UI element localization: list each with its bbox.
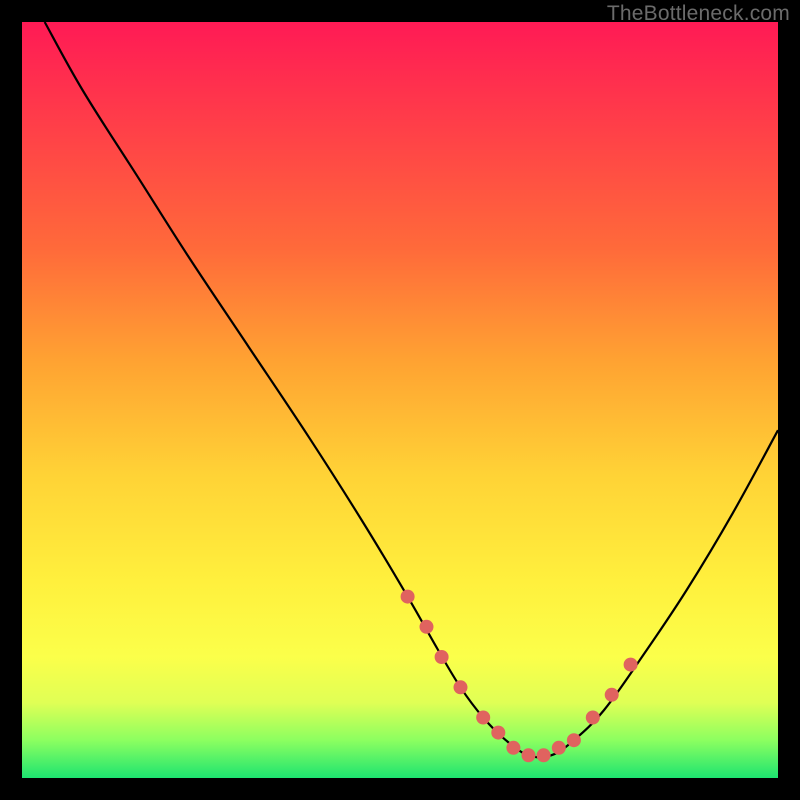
highlight-dot (522, 748, 536, 762)
bottleneck-curve (45, 22, 778, 757)
plot-area (22, 22, 778, 778)
highlight-dot (537, 748, 551, 762)
highlight-dot (476, 711, 490, 725)
highlight-dot (420, 620, 434, 634)
highlight-dot (605, 688, 619, 702)
highlight-dot (624, 658, 638, 672)
highlight-dot (552, 741, 566, 755)
highlight-dot (454, 680, 468, 694)
highlight-dot (586, 711, 600, 725)
highlight-dot (567, 733, 581, 747)
highlight-dot (491, 726, 505, 740)
highlight-dot (401, 590, 415, 604)
outer-frame: TheBottleneck.com (0, 0, 800, 800)
curve-svg (22, 22, 778, 778)
highlight-dot (435, 650, 449, 664)
watermark-text: TheBottleneck.com (607, 2, 790, 26)
highlight-dots-group (401, 590, 638, 763)
highlight-dot (506, 741, 520, 755)
